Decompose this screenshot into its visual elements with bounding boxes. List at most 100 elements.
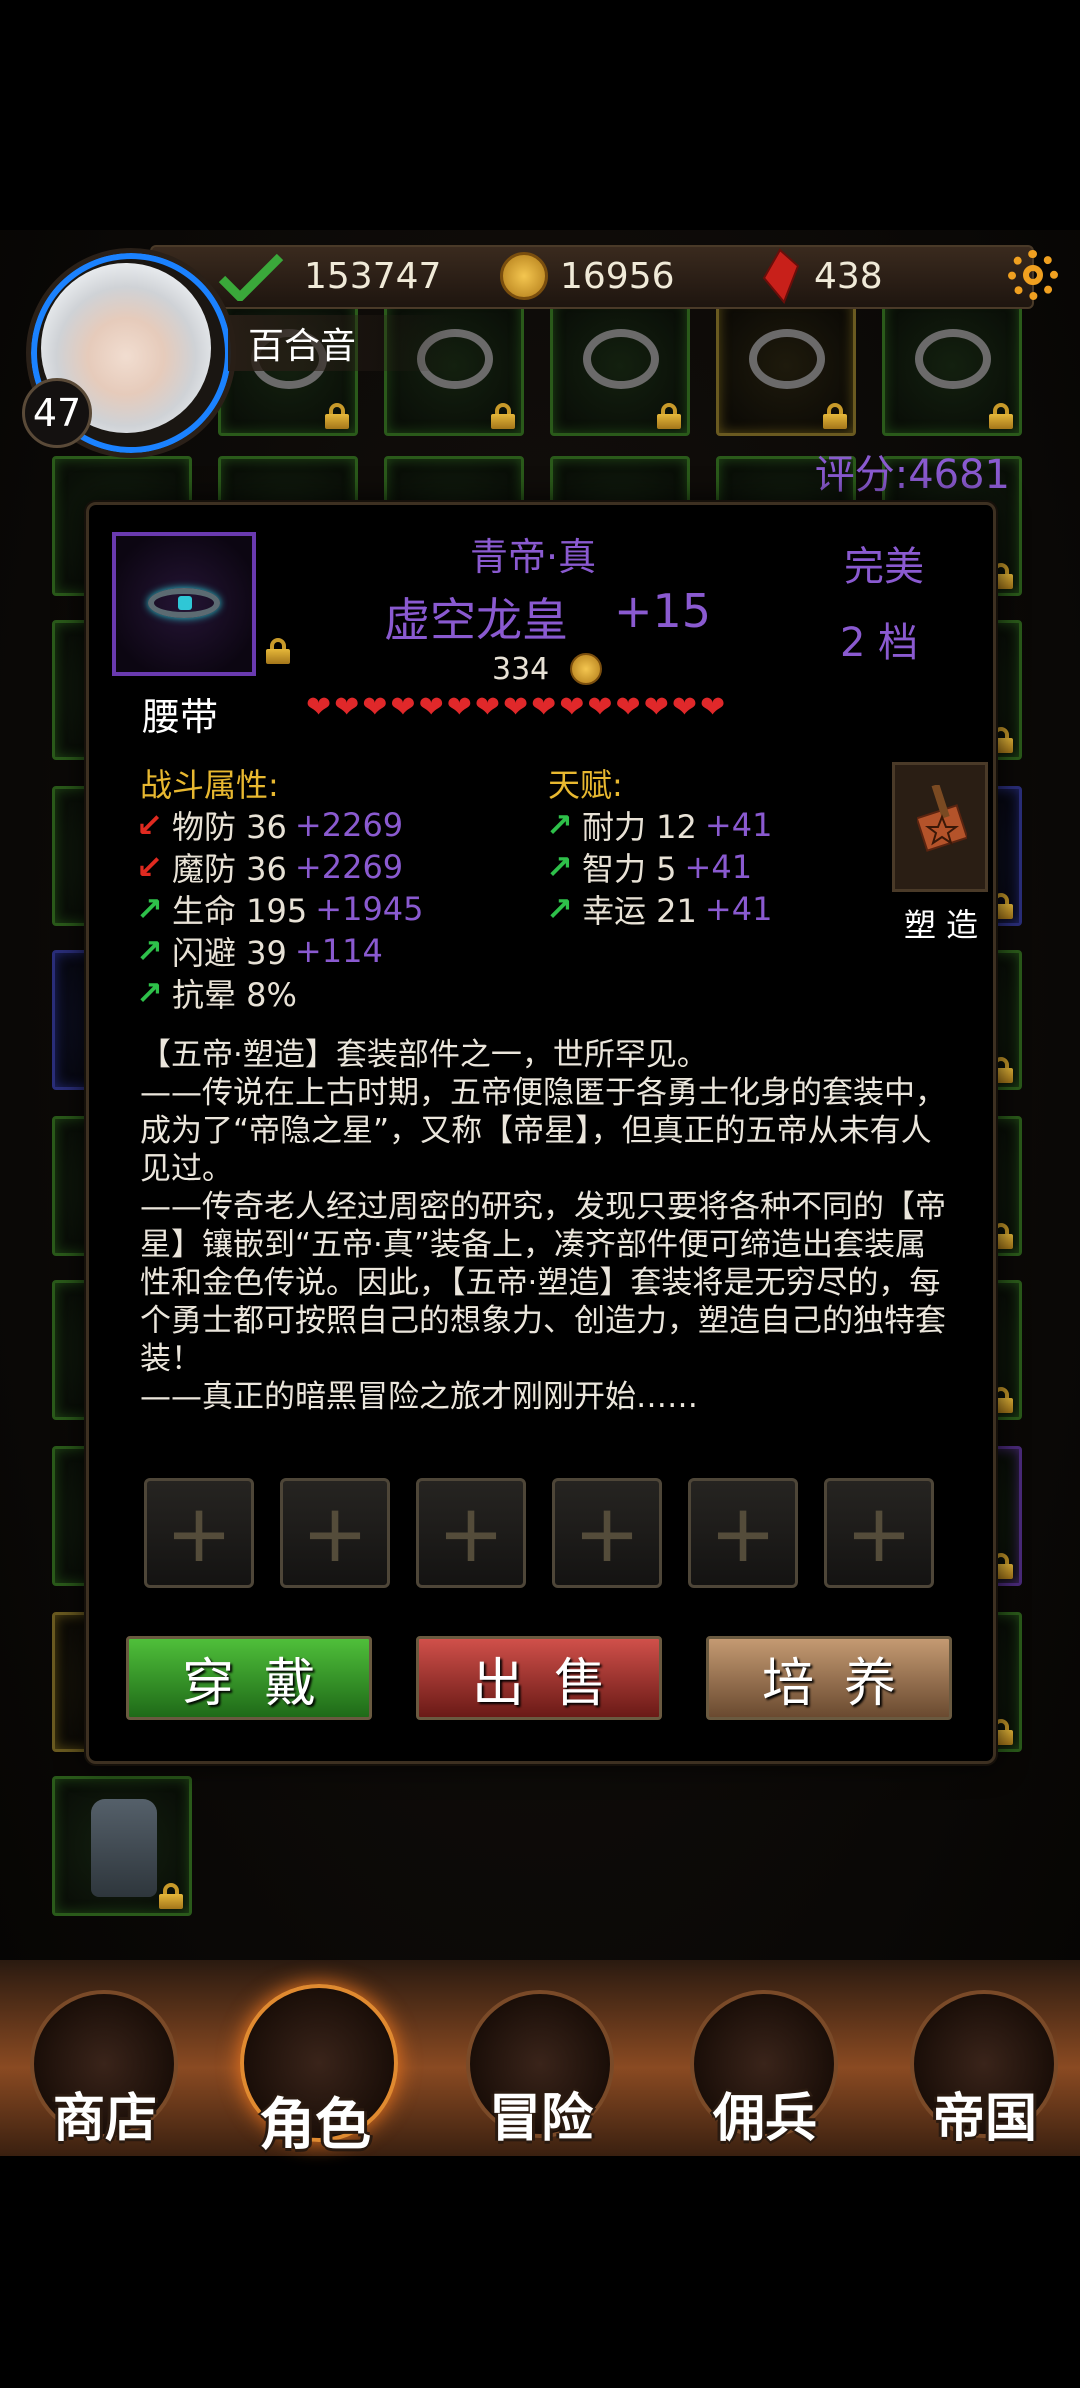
heart-star-icon: ❤	[531, 690, 557, 725]
stat-label: 智力 5	[582, 850, 677, 888]
stat-label: 生命 195	[172, 892, 308, 930]
slot-lock-icon	[987, 403, 1015, 429]
heart-star-icon: ❤	[643, 690, 669, 725]
combat-stat-row: ↗ 闪避 39 +114	[136, 928, 383, 974]
nav-label: 帝国	[932, 2089, 1037, 2149]
stat-bonus: +2269	[294, 806, 404, 844]
stat-up-arrow-icon: ↗	[546, 890, 573, 928]
nav-mercenary[interactable]: 佣兵	[690, 1990, 840, 2149]
stat-label: 魔防 36	[172, 850, 287, 888]
slot-lock-icon	[489, 403, 517, 429]
nav-adventure[interactable]: 冒险	[466, 1990, 616, 2149]
nav-shop[interactable]: 商店	[30, 1990, 180, 2149]
forge-label: 塑 造	[904, 906, 979, 944]
red-gem-icon	[762, 248, 800, 304]
talent-stat-row: ↗ 智力 5 +41	[546, 844, 752, 890]
stat-bonus: +1945	[315, 890, 424, 928]
belt-icon	[148, 588, 220, 618]
stat-label: 耐力 12	[582, 808, 697, 846]
stat-up-arrow-icon: ↗	[136, 890, 163, 928]
heart-star-icon: ❤	[474, 690, 500, 725]
description-paragraph: ——传奇老人经过周密的研究，发现只要将各种不同的【帝星】镶嵌到“五帝·真”装备上…	[140, 1189, 946, 1377]
ring-item-icon	[749, 329, 825, 389]
gem-socket-slot[interactable]: +	[688, 1478, 798, 1588]
gem-value: 438	[814, 255, 883, 297]
nav-label: 角色	[259, 2093, 371, 2158]
item-lock-icon[interactable]	[264, 638, 292, 664]
gem-socket-slot[interactable]: +	[824, 1478, 934, 1588]
heart-star-icon: ❤	[418, 690, 444, 725]
stat-bonus: +41	[684, 848, 753, 886]
forge-button[interactable]	[892, 762, 988, 892]
item-icon-frame	[112, 532, 256, 676]
heart-star-icon: ❤	[446, 690, 472, 725]
inventory-slot[interactable]	[882, 296, 1022, 436]
combat-stat-row: ↗ 生命 195 +1945	[136, 886, 424, 932]
gold-counter: 16956	[500, 248, 675, 304]
stat-up-arrow-icon: ↗	[546, 848, 573, 886]
nav-label: 佣兵	[712, 2089, 817, 2149]
item-set-name: 青帝·真	[470, 535, 597, 579]
stat-bonus: +2269	[294, 848, 404, 886]
description-paragraph: ——真正的暗黑冒险之旅才刚刚开始……	[140, 1379, 698, 1415]
sell-button[interactable]: 出售	[416, 1636, 662, 1720]
exp-checkmark-icon	[218, 253, 284, 301]
talent-stat-row: ↗ 幸运 21 +41	[546, 886, 772, 932]
heart-star-icon: ❤	[587, 690, 613, 725]
gem-socket-slot[interactable]: +	[416, 1478, 526, 1588]
gem-counter: 438	[760, 248, 883, 304]
stat-bonus: +41	[704, 806, 773, 844]
inventory-slot[interactable]	[52, 1776, 192, 1916]
equip-button[interactable]: 穿戴	[126, 1636, 372, 1720]
stat-label: 抗晕 8%	[172, 976, 297, 1014]
combat-stat-row: ↗ 抗晕 8%	[136, 970, 305, 1016]
stat-up-arrow-icon: ↗	[546, 806, 573, 844]
talent-stats-title: 天赋:	[548, 766, 623, 804]
gem-socket-slot[interactable]: +	[552, 1478, 662, 1588]
inventory-slot[interactable]	[550, 296, 690, 436]
gem-socket-slot[interactable]: +	[144, 1478, 254, 1588]
ring-item-icon	[915, 329, 991, 389]
slot-lock-icon	[157, 1883, 185, 1909]
train-button[interactable]: 培养	[706, 1636, 952, 1720]
player-name: 百合音	[228, 315, 458, 371]
item-star-rating: ❤ ❤ ❤ ❤ ❤ ❤ ❤ ❤ ❤ ❤ ❤ ❤ ❤ ❤ ❤	[306, 692, 725, 724]
combat-stat-row: ↙ 魔防 36 +2269	[136, 844, 403, 890]
nav-label: 冒险	[488, 2089, 593, 2149]
item-description: 【五帝·塑造】套装部件之一，世所罕见。 ——传说在上古时期，五帝便隐匿于各勇士化身…	[140, 1036, 950, 1416]
exp-counter: 153747	[218, 248, 441, 304]
slot-lock-icon	[655, 403, 683, 429]
armor-item-icon	[91, 1799, 157, 1897]
item-enhance-level: +15	[614, 584, 712, 638]
nav-character[interactable]: 角色	[240, 1984, 398, 2158]
player-level-badge: 47	[22, 378, 92, 448]
heart-star-icon: ❤	[699, 690, 726, 725]
talent-stat-row: ↗ 耐力 12 +41	[546, 802, 772, 848]
settings-gear-icon[interactable]	[1008, 250, 1058, 300]
nav-label: 商店	[52, 2089, 157, 2149]
nav-empire[interactable]: 帝国	[910, 1990, 1060, 2149]
item-tier: 2 档	[840, 620, 919, 666]
slot-lock-icon	[323, 403, 351, 429]
stat-bonus: +41	[704, 890, 773, 928]
heart-star-icon: ❤	[306, 690, 332, 725]
gold-value: 16956	[560, 255, 675, 297]
forge-hammer-icon	[917, 785, 967, 852]
stat-up-arrow-icon: ↗	[136, 932, 163, 970]
item-price: 334	[492, 652, 550, 687]
power-score: 评分:4681	[814, 452, 1010, 498]
item-name: 虚空龙皇	[384, 593, 568, 647]
stat-bonus: +114	[294, 932, 383, 970]
description-paragraph: 【五帝·塑造】套装部件之一，世所罕见。	[140, 1037, 708, 1073]
heart-star-icon: ❤	[362, 690, 388, 725]
gem-socket-slot[interactable]: +	[280, 1478, 390, 1588]
heart-star-icon: ❤	[390, 690, 416, 725]
combat-stats-title: 战斗属性:	[140, 766, 279, 804]
combat-stat-row: ↙ 物防 36 +2269	[136, 802, 403, 848]
price-coin-icon	[570, 653, 602, 685]
heart-star-icon: ❤	[502, 690, 529, 725]
item-slot-type: 腰带	[142, 695, 219, 739]
heart-star-icon: ❤	[334, 690, 360, 725]
item-quality: 完美	[844, 544, 924, 590]
inventory-slot[interactable]	[716, 296, 856, 436]
